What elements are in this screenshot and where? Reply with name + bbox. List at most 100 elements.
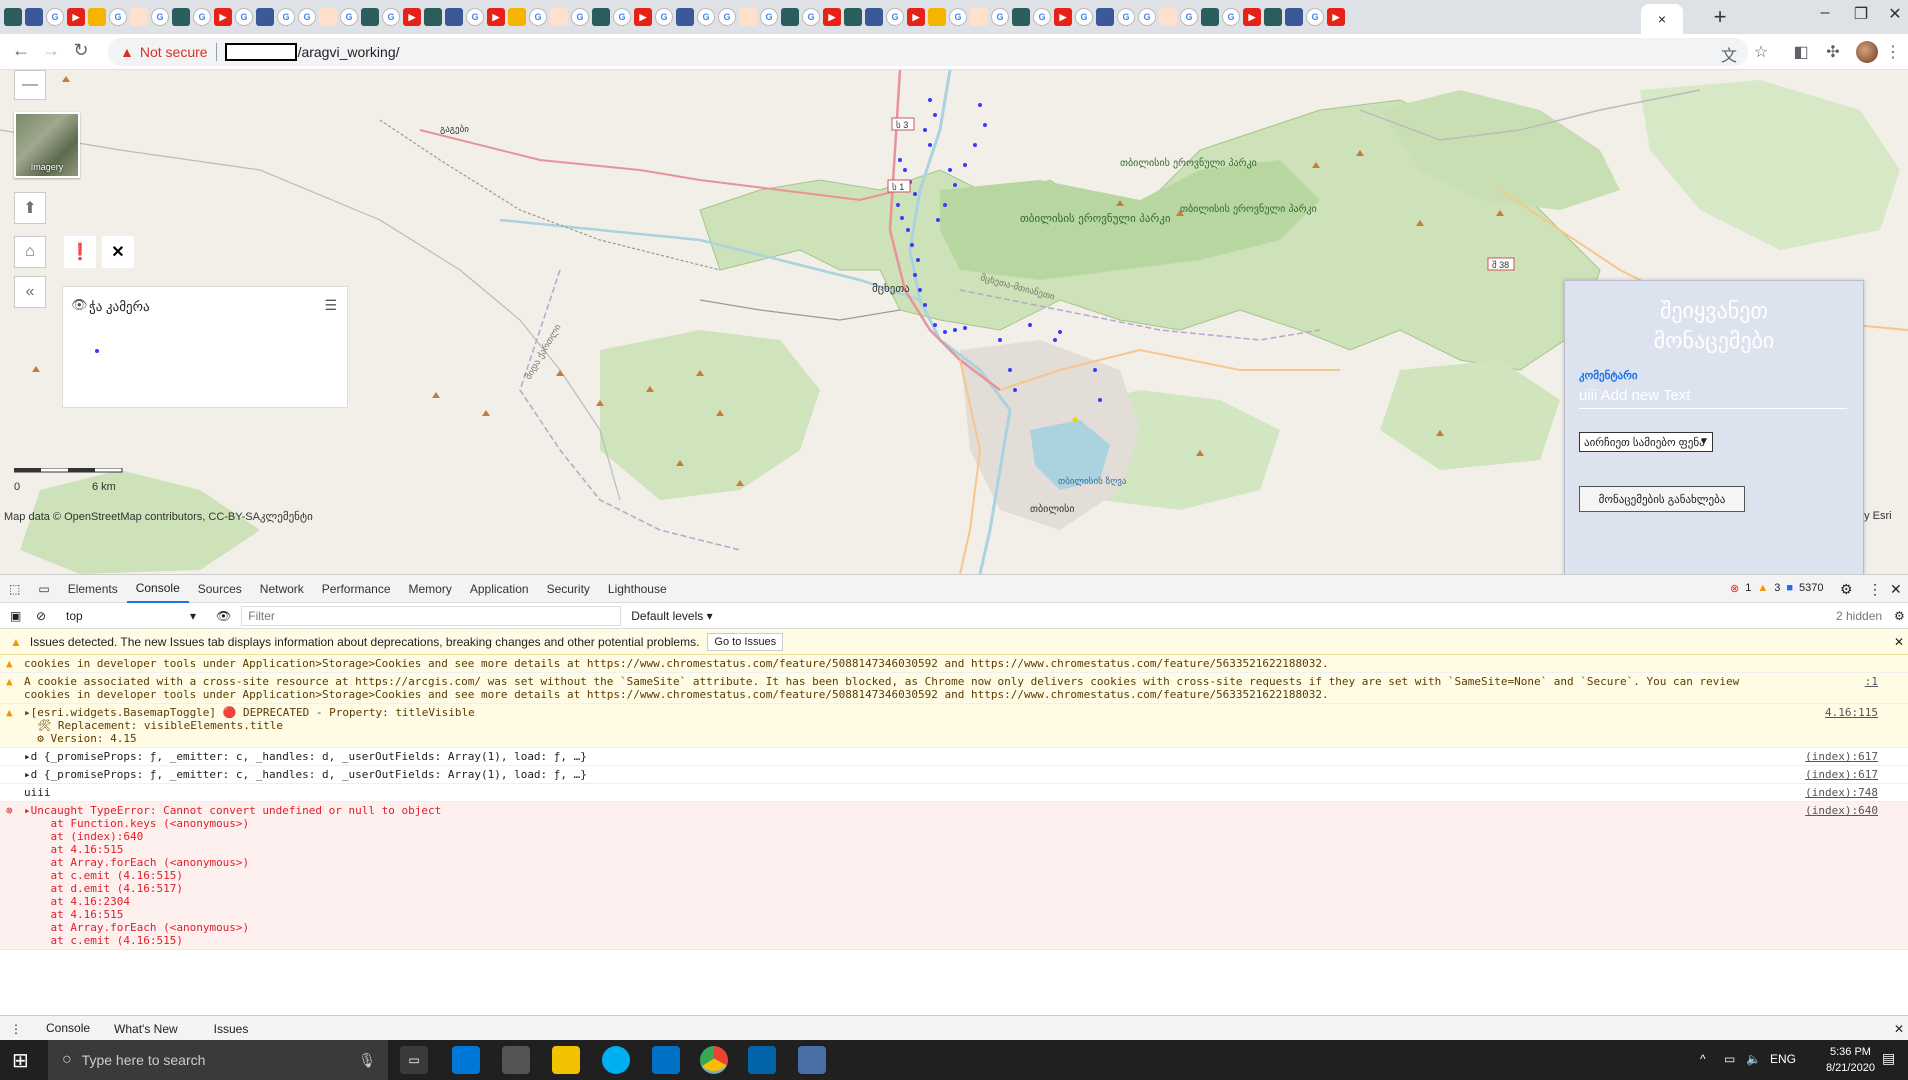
console-source-link[interactable]: (index):617 [1805, 750, 1878, 763]
drawer-tab-issues[interactable]: Issues [214, 1022, 249, 1036]
puzzle-icon[interactable]: ✣ [1822, 42, 1844, 62]
close-icon[interactable]: ✕ [102, 236, 134, 268]
tab-favicon-icon[interactable]: G [382, 8, 400, 26]
console-source-link[interactable]: (index):748 [1805, 786, 1878, 799]
microphone-icon[interactable]: 🎙 [358, 1052, 376, 1069]
tab-favicon-icon[interactable]: G [949, 8, 967, 26]
alert-icon[interactable]: ❗ [64, 236, 96, 268]
tab-favicon-icon[interactable] [25, 8, 43, 26]
settings-gear-icon[interactable]: ⚙ [1840, 581, 1853, 598]
tab-favicon-icon[interactable] [592, 8, 610, 26]
tab-favicon-icon[interactable] [424, 8, 442, 26]
network-icon[interactable]: ▭ [1724, 1052, 1735, 1066]
home-icon[interactable]: ⌂ [14, 236, 46, 268]
tab-favicon-icon[interactable] [130, 8, 148, 26]
log-levels-select[interactable]: Default levels ▾ [631, 609, 712, 623]
tab-favicon-icon[interactable]: G [1033, 8, 1051, 26]
sidebar-toggle-icon[interactable]: ▣ [10, 609, 28, 623]
tab-favicon-icon[interactable]: G [718, 8, 736, 26]
tab-favicon-icon[interactable] [844, 8, 862, 26]
tab-favicon-icon[interactable] [445, 8, 463, 26]
tray-chevron-icon[interactable]: ^ [1700, 1052, 1706, 1066]
tab-favicon-icon[interactable]: G [151, 8, 169, 26]
tab-security[interactable]: Security [538, 575, 599, 603]
tab-favicon-icon[interactable]: G [655, 8, 673, 26]
close-drawer-icon[interactable]: ✕ [1894, 1022, 1904, 1036]
close-window-button[interactable]: ✕ [1880, 4, 1908, 24]
compass-icon[interactable]: ⬆ [14, 192, 46, 224]
tab-performance[interactable]: Performance [313, 575, 400, 603]
console-message[interactable]: ⊗ ▸Uncaught TypeError: Cannot convert und… [0, 802, 1908, 950]
file-explorer-icon[interactable] [552, 1046, 580, 1074]
tab-favicon-icon[interactable]: G [298, 8, 316, 26]
tab-favicon-icon[interactable] [1264, 8, 1282, 26]
map-attribution[interactable]: Map data © OpenStreetMap contributors, C… [4, 510, 313, 523]
new-tab-button[interactable]: + [1708, 4, 1732, 30]
minimize-button[interactable]: – [1810, 4, 1840, 22]
console-filter-input[interactable] [241, 605, 622, 626]
tab-favicon-icon[interactable]: G [802, 8, 820, 26]
tab-favicon-icon[interactable]: G [466, 8, 484, 26]
close-banner-icon[interactable]: ✕ [1894, 635, 1904, 649]
tab-memory[interactable]: Memory [400, 575, 461, 603]
tab-lighthouse[interactable]: Lighthouse [599, 575, 676, 603]
console-message[interactable]: ▲ cookies in developer tools under Applic… [0, 655, 1908, 673]
tab-console[interactable]: Console [126, 575, 189, 603]
maximize-button[interactable]: ❐ [1846, 4, 1876, 24]
comment-input[interactable] [1579, 383, 1847, 409]
tab-favicon-icon[interactable]: ▶ [214, 8, 232, 26]
tab-favicon-icon[interactable] [1012, 8, 1030, 26]
tab-favicon-icon[interactable]: ▶ [67, 8, 85, 26]
profile-avatar[interactable] [1856, 41, 1878, 63]
drawer-tab-whats-new[interactable]: What's New [114, 1022, 178, 1036]
tab-sources[interactable]: Sources [189, 575, 251, 603]
close-devtools-icon[interactable]: ✕ [1890, 581, 1902, 598]
tab-favicon-icon[interactable] [676, 8, 694, 26]
vscode-icon[interactable] [748, 1046, 776, 1074]
layer-select[interactable]: აირჩიეთ სამიებო ფენა ▼ [1579, 432, 1713, 452]
tab-favicon-icon[interactable]: ▶ [487, 8, 505, 26]
language-indicator[interactable]: ENG [1770, 1052, 1796, 1066]
inspect-icon[interactable]: ⬚ [0, 575, 29, 603]
tab-favicon-icon[interactable]: G [1138, 8, 1156, 26]
tab-favicon-icon[interactable]: G [991, 8, 1009, 26]
tab-favicon-icon[interactable] [88, 8, 106, 26]
layer-list-menu-icon[interactable]: ☰ [324, 297, 337, 314]
forward-icon[interactable]: → [38, 40, 64, 61]
tab-favicon-icon[interactable] [928, 8, 946, 26]
tab-favicon-icon[interactable] [550, 8, 568, 26]
back-icon[interactable]: ← [8, 40, 34, 61]
tab-favicon-icon[interactable]: ▶ [823, 8, 841, 26]
extension-icon[interactable]: ◧ [1790, 42, 1812, 62]
console-source-link[interactable]: (index):617 [1805, 768, 1878, 781]
console-counts[interactable]: ⊗ 1 ▲ 3 ■ 5370 [1730, 582, 1824, 595]
console-message[interactable]: uiii (index):748 [0, 784, 1908, 802]
tab-favicon-icon[interactable]: G [1222, 8, 1240, 26]
tab-favicon-icon[interactable]: G [1117, 8, 1135, 26]
tab-favicon-icon[interactable] [361, 8, 379, 26]
tab-favicon-icon[interactable]: ▶ [634, 8, 652, 26]
tab-favicon-icon[interactable] [4, 8, 22, 26]
url-path[interactable]: /aragvi_working/ [298, 44, 400, 60]
console-message[interactable]: ▲ ▸[esri.widgets.BasemapToggle] 🔴 DEPRECA… [0, 704, 1908, 748]
tab-favicon-icon[interactable]: G [571, 8, 589, 26]
tab-favicon-icon[interactable]: G [613, 8, 631, 26]
notifications-icon[interactable]: ▤ [1882, 1050, 1895, 1067]
calculator-icon[interactable] [502, 1046, 530, 1074]
tab-favicon-icon[interactable] [319, 8, 337, 26]
tab-favicon-icon[interactable] [781, 8, 799, 26]
collapse-legend-icon[interactable]: « [14, 276, 46, 308]
tab-favicon-icon[interactable]: G [340, 8, 358, 26]
bookmark-star-icon[interactable]: ☆ [1750, 42, 1772, 62]
devtools-menu-icon[interactable]: ⋮ [1868, 581, 1882, 598]
tab-network[interactable]: Network [251, 575, 313, 603]
console-source-link[interactable]: :1 [1865, 675, 1878, 688]
clear-console-icon[interactable]: ⊘ [36, 609, 54, 623]
tab-favicon-icon[interactable]: ▶ [1054, 8, 1072, 26]
drawer-tab-console[interactable]: Console [40, 1016, 97, 1042]
console-settings-gear-icon[interactable]: ⚙ [1894, 609, 1905, 623]
tab-favicon-icon[interactable]: ▶ [1243, 8, 1261, 26]
task-view-icon[interactable]: ▭ [400, 1046, 428, 1074]
go-to-issues-button[interactable]: Go to Issues [707, 632, 784, 651]
tab-favicon-icon[interactable] [1096, 8, 1114, 26]
